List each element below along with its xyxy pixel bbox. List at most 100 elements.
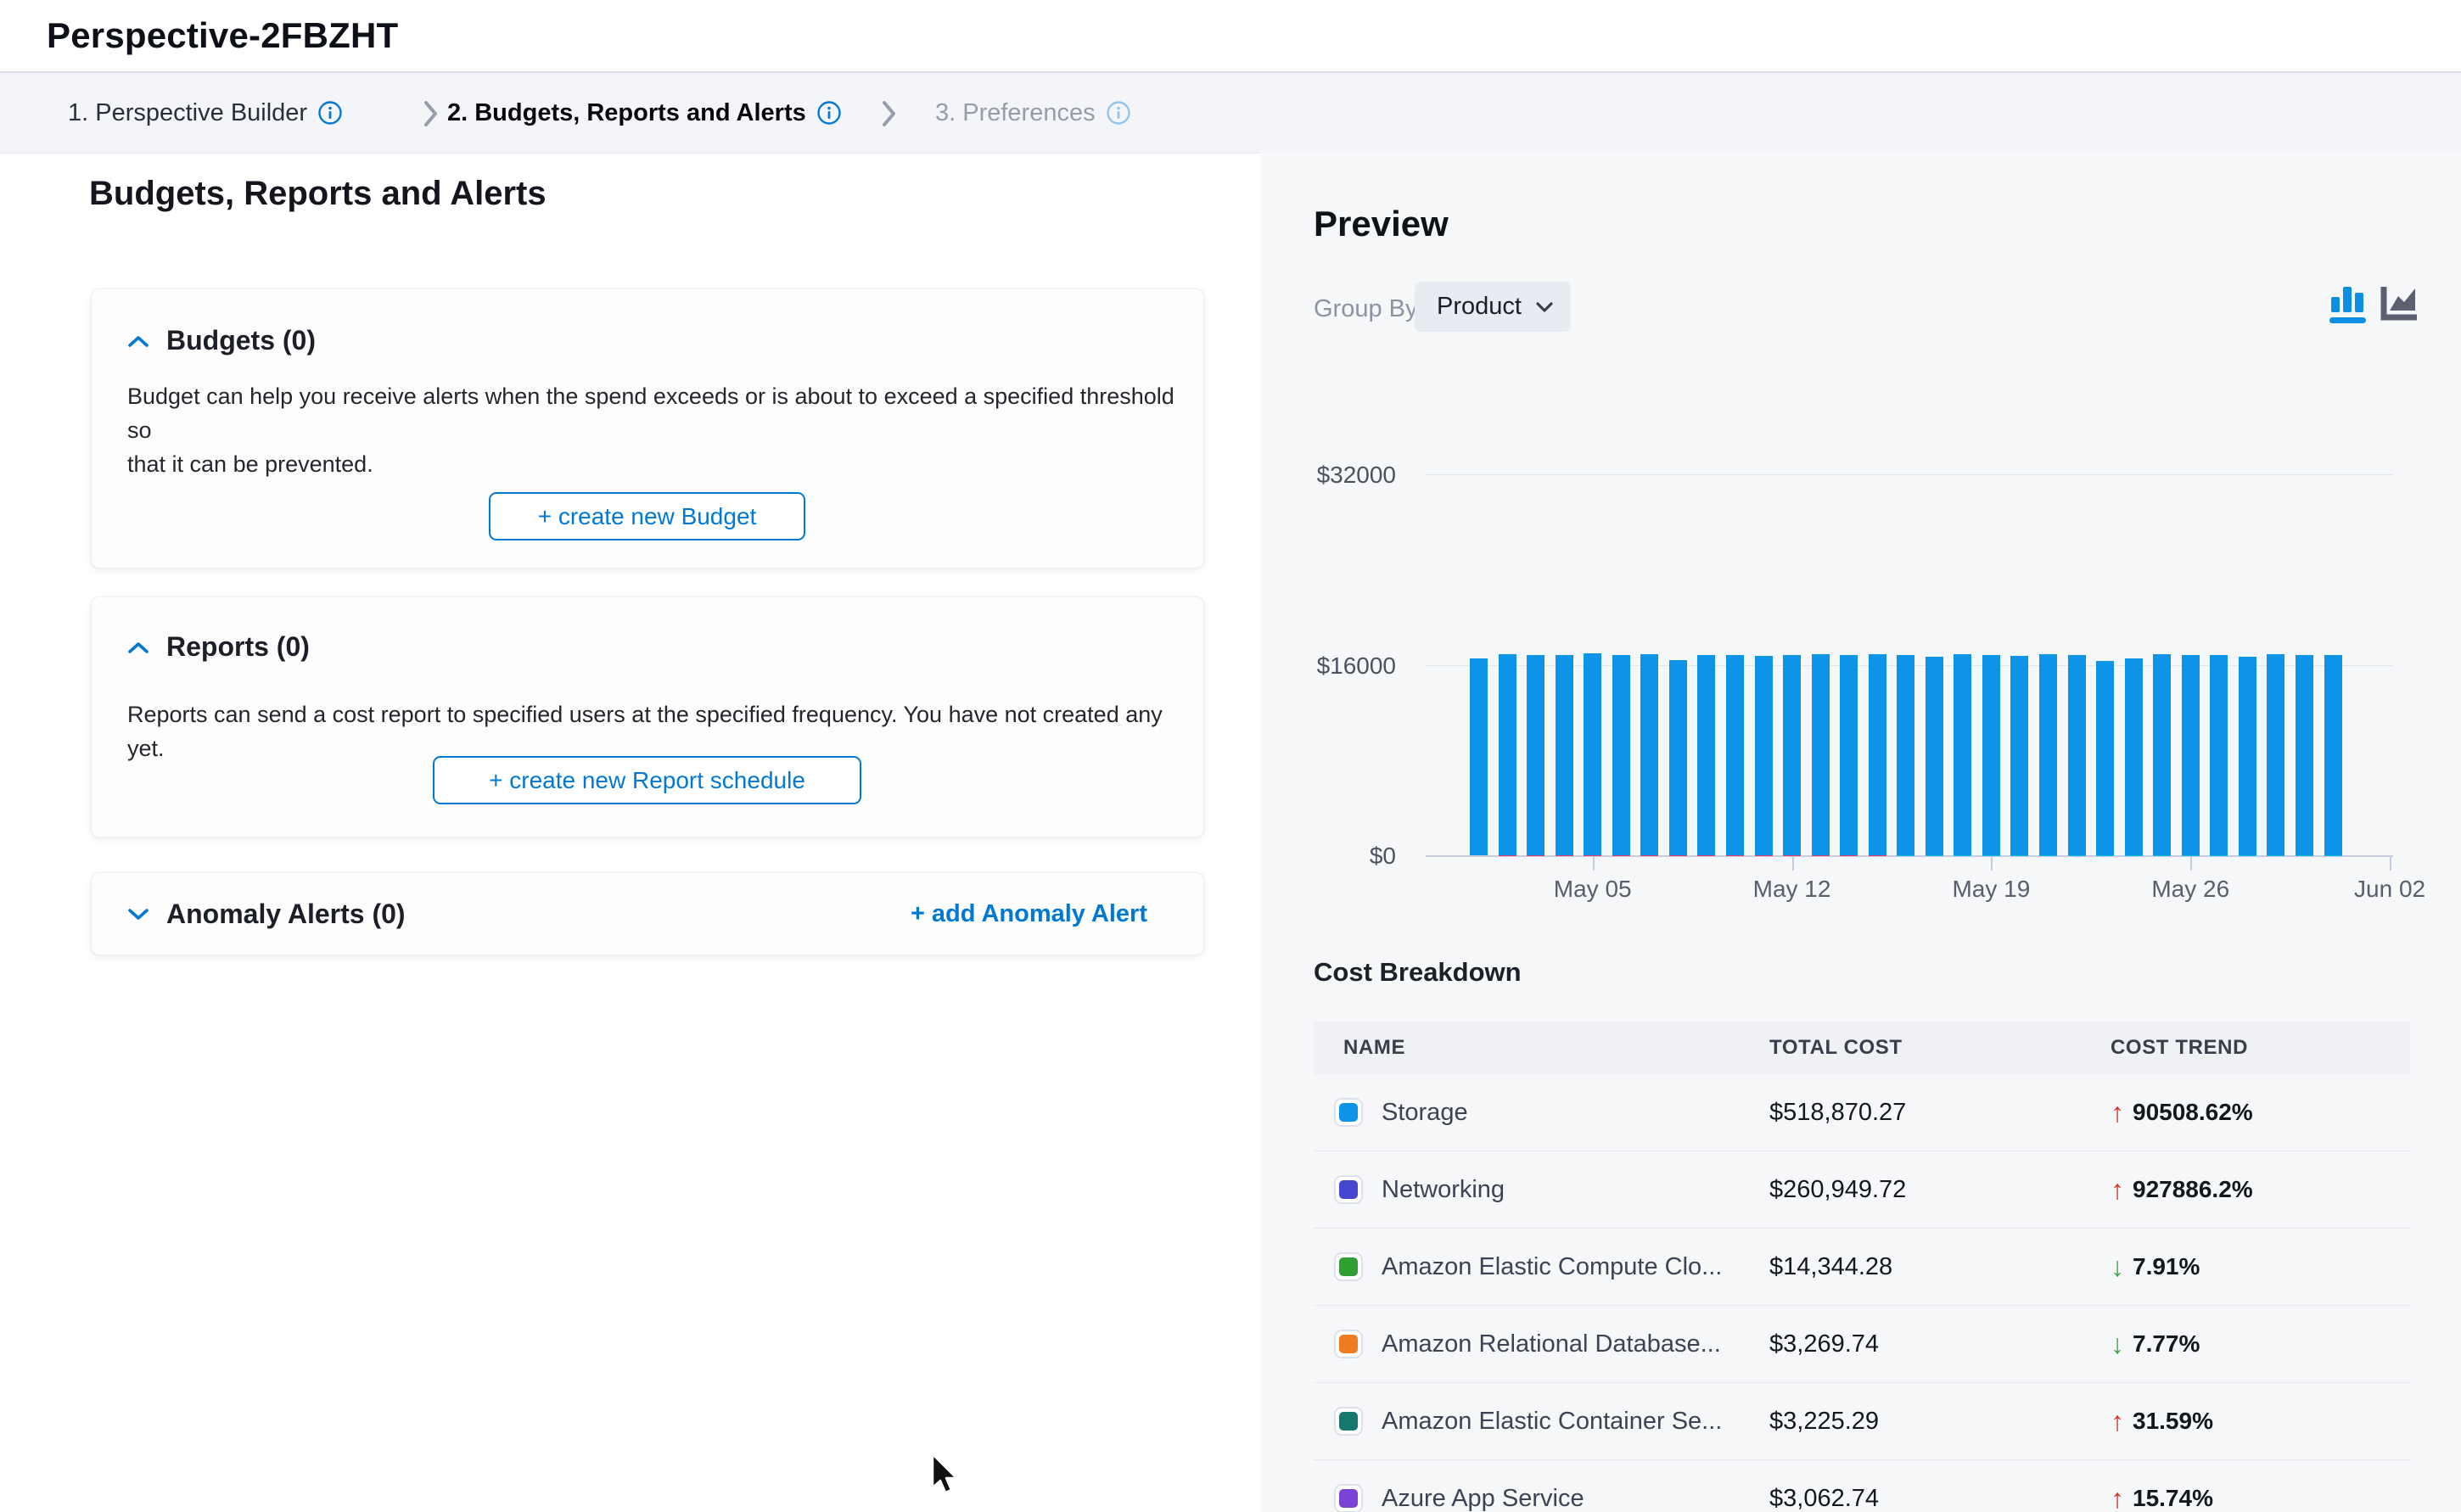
preview-title: Preview <box>1314 204 1449 244</box>
trend-up-arrow-icon: ↑ <box>2111 1174 2124 1206</box>
page-title: Perspective-2FBZHT <box>47 15 398 56</box>
area-chart-icon[interactable] <box>2380 283 2420 326</box>
group-by-select[interactable]: Product <box>1415 282 1571 332</box>
trend-value: 15.74% <box>2133 1485 2213 1512</box>
chevron-up-icon <box>127 641 149 654</box>
bar-segment[interactable] <box>1470 658 1488 855</box>
add-anomaly-alert-link[interactable]: + add Anomaly Alert <box>911 873 1147 955</box>
bar-segment[interactable] <box>1499 654 1516 855</box>
gridline <box>1426 474 2393 475</box>
y-axis-tick-label: $0 <box>1307 843 1396 870</box>
y-axis-tick-label: $16000 <box>1307 652 1396 680</box>
column-header-name: NAME <box>1314 1036 1769 1060</box>
bar-segment[interactable] <box>2068 655 2086 855</box>
bar-segment[interactable] <box>1669 660 1687 855</box>
table-row[interactable]: Storage$518,870.27↑90508.62% <box>1314 1074 2410 1151</box>
bar-segment[interactable] <box>2296 655 2313 855</box>
table-row[interactable]: Azure App Service$3,062.74↑15.74% <box>1314 1460 2410 1512</box>
anomaly-card-header[interactable]: Anomaly Alerts (0) <box>127 873 406 955</box>
x-axis-tick <box>1792 857 1794 871</box>
budgets-card-header[interactable]: Budgets (0) <box>127 325 316 356</box>
row-name-cell: Azure App Service <box>1314 1484 1769 1512</box>
row-name-cell: Amazon Elastic Compute Clo... <box>1314 1252 1769 1281</box>
tab-budgets-reports-alerts[interactable]: 2. Budgets, Reports and Alerts <box>447 73 842 153</box>
bar-segment[interactable] <box>2125 658 2143 855</box>
bar-segment[interactable] <box>1897 655 1914 855</box>
row-name-cell: Storage <box>1314 1098 1769 1127</box>
bar-segment[interactable] <box>1783 655 1801 855</box>
row-total-cost: $14,344.28 <box>1769 1253 2111 1281</box>
bar-segment[interactable] <box>2210 655 2228 855</box>
bar-segment[interactable] <box>2010 656 2028 855</box>
chevron-down-icon <box>127 907 149 921</box>
create-budget-button[interactable]: + create new Budget <box>489 492 805 540</box>
chevron-up-icon <box>127 334 149 348</box>
bar-segment[interactable] <box>1584 653 1601 855</box>
table-row[interactable]: Networking $260,949.72↑ 927886.2% <box>1314 1151 2410 1229</box>
group-by-value: Product <box>1437 293 1522 321</box>
bar-segment[interactable] <box>1697 655 1715 855</box>
bar-segment[interactable] <box>2324 655 2342 855</box>
bar-segment[interactable] <box>1755 656 1773 855</box>
chevron-down-icon <box>1535 301 1554 313</box>
bar-segment[interactable] <box>1556 655 1573 855</box>
row-total-cost: $3,062.74 <box>1769 1485 2111 1512</box>
row-name: Networking <box>1382 1176 1505 1204</box>
preview-stacked-bar-chart: $32000$16000$0May 05May 12May 19May 26Ju… <box>1307 455 2448 930</box>
series-color-swatch <box>1334 1175 1363 1204</box>
info-icon <box>816 100 842 126</box>
table-body: Storage$518,870.27↑90508.62% Networking $2… <box>1314 1074 2410 1512</box>
tab-preferences[interactable]: 3. Preferences <box>935 73 1131 153</box>
cost-breakdown-table: NAME TOTAL COST COST TREND Storage$518,8… <box>1314 1022 2410 1512</box>
row-name: Storage <box>1382 1099 1468 1127</box>
bar-segment[interactable] <box>1527 655 1544 855</box>
tab-label: 3. Preferences <box>935 99 1096 127</box>
reports-card-header[interactable]: Reports (0) <box>127 631 310 663</box>
cost-breakdown-title: Cost Breakdown <box>1314 957 1522 988</box>
table-row[interactable]: Amazon Elastic Compute Clo...$14,344.28↓… <box>1314 1229 2410 1306</box>
trend-value: 927886.2% <box>2133 1176 2253 1203</box>
row-total-cost: $260,949.72 <box>1769 1176 2111 1204</box>
tab-label: 1. Perspective Builder <box>68 99 307 127</box>
row-total-cost: $3,269.74 <box>1769 1330 2111 1358</box>
bar-segment[interactable] <box>2096 661 2114 855</box>
bar-segment[interactable] <box>1954 654 1971 855</box>
anomaly-card-title: Anomaly Alerts (0) <box>166 899 406 930</box>
bar-segment[interactable] <box>2039 654 2057 855</box>
table-row[interactable]: Amazon Elastic Container Se...$3,225.29↑… <box>1314 1383 2410 1460</box>
row-cost-trend: ↑15.74% <box>2111 1483 2410 1512</box>
x-axis-tick-label: May 05 <box>1525 876 1661 903</box>
row-name-cell: Amazon Elastic Container Se... <box>1314 1407 1769 1436</box>
bar-segment[interactable] <box>1926 657 1943 855</box>
x-axis-tick-label: May 26 <box>2122 876 2258 903</box>
trend-value: 90508.62% <box>2133 1099 2253 1126</box>
bar-chart-icon[interactable] <box>2329 283 2368 326</box>
column-header-cost-trend: COST TREND <box>2111 1036 2410 1060</box>
bar-segment[interactable] <box>2153 654 2171 855</box>
budgets-reports-alerts-section: Budgets, Reports and Alerts Budgets (0) … <box>0 154 1261 1512</box>
bar-segment[interactable] <box>2267 654 2284 855</box>
row-total-cost: $3,225.29 <box>1769 1408 2111 1436</box>
budgets-card: Budgets (0) Budget can help you receive … <box>91 288 1204 568</box>
series-color-swatch <box>1334 1484 1363 1512</box>
bar-segment[interactable] <box>1982 655 2000 855</box>
table-header-row: NAME TOTAL COST COST TREND <box>1314 1022 2410 1074</box>
row-cost-trend: ↓7.91% <box>2111 1252 2410 1283</box>
bar-segment[interactable] <box>1869 654 1886 855</box>
trend-value: 7.91% <box>2133 1253 2200 1280</box>
tab-perspective-builder[interactable]: 1. Perspective Builder <box>68 73 343 153</box>
budgets-description: Budget can help you receive alerts when … <box>127 379 1203 481</box>
bar-segment[interactable] <box>1640 654 1658 855</box>
bar-segment[interactable] <box>2239 657 2256 855</box>
bar-segment[interactable] <box>1612 655 1630 855</box>
bar-segment[interactable] <box>1812 654 1830 855</box>
table-row[interactable]: Amazon Relational Database...$3,269.74↓7… <box>1314 1306 2410 1383</box>
budgets-card-title: Budgets (0) <box>166 325 316 356</box>
row-name: Amazon Elastic Container Se... <box>1382 1408 1722 1436</box>
series-color-swatch <box>1334 1407 1363 1436</box>
row-name-cell: Networking <box>1314 1175 1769 1204</box>
bar-segment[interactable] <box>1840 655 1858 855</box>
bar-segment[interactable] <box>1726 655 1744 855</box>
bar-segment[interactable] <box>2182 655 2200 855</box>
create-report-schedule-button[interactable]: + create new Report schedule <box>433 756 861 804</box>
